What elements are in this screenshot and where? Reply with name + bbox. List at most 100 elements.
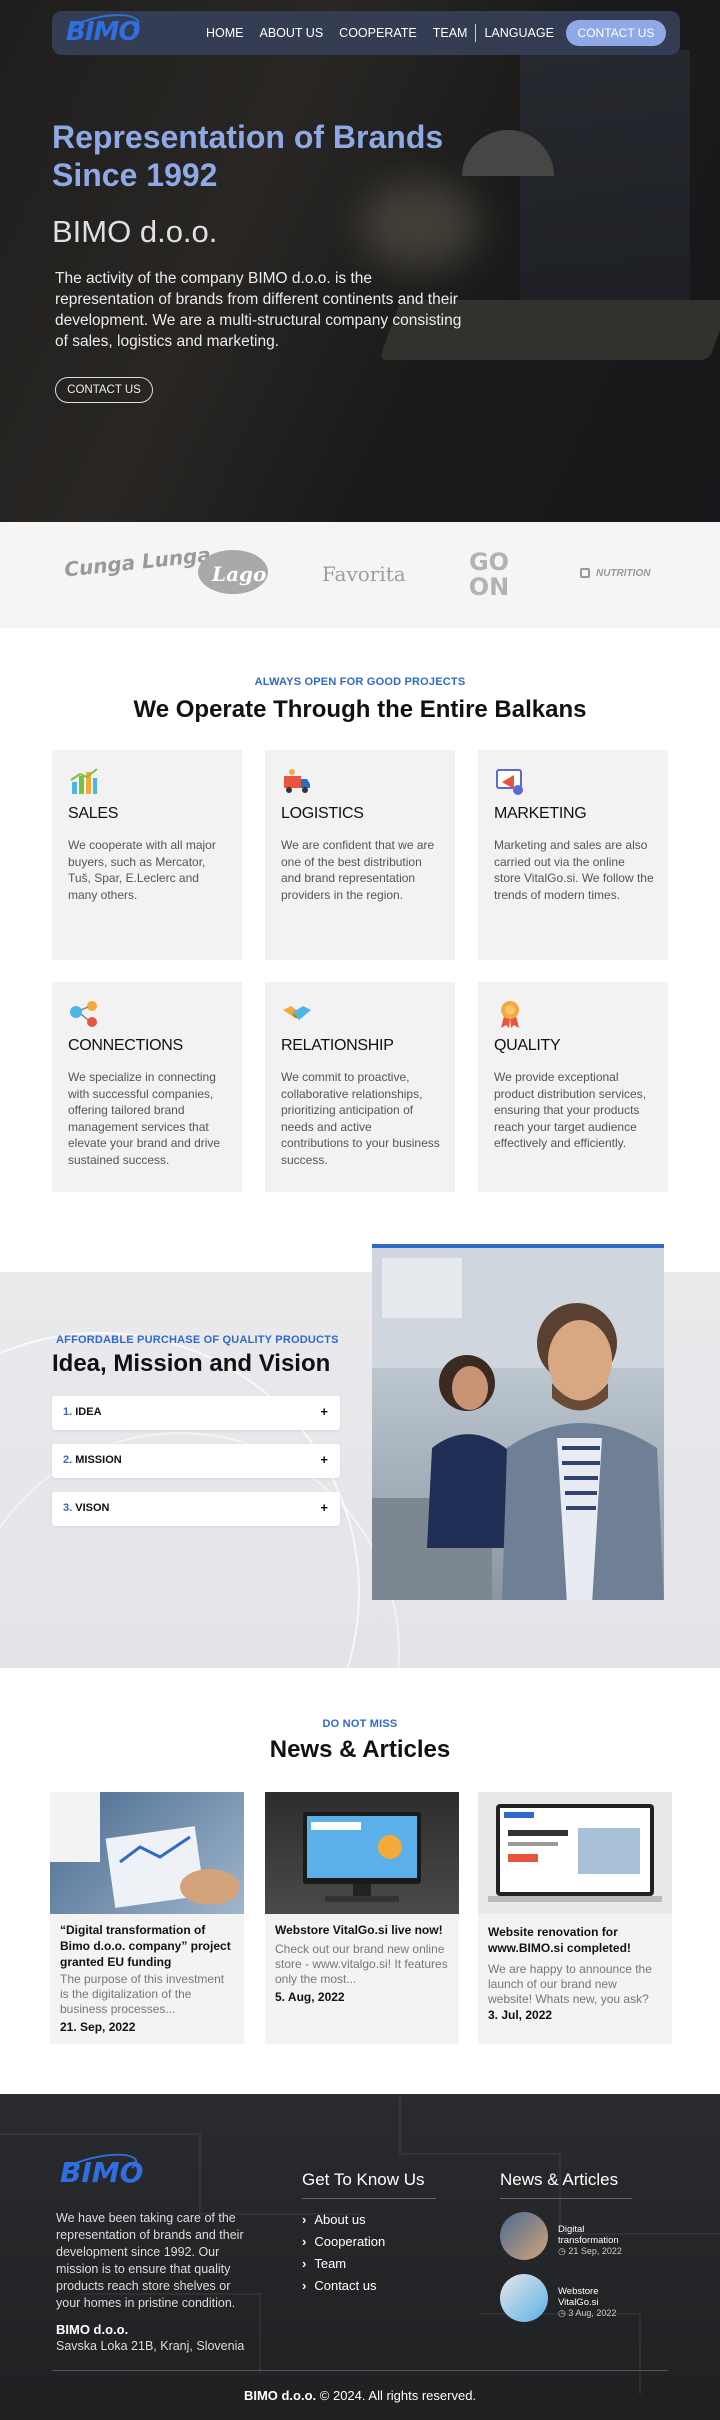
news-card-excerpt: Check out our brand new online store - w… — [275, 1942, 448, 1986]
news-card-date: 3. Jul, 2022 — [488, 2008, 553, 2022]
services-eyebrow: ALWAYS OPEN FOR GOOD PROJECTS — [254, 676, 466, 688]
site-logo[interactable]: BIMO — [66, 17, 140, 47]
news-image — [50, 1792, 244, 1914]
news-card[interactable]: Website renovation for www.BIMO.si compl… — [478, 1792, 672, 2044]
nav-item-language[interactable]: LANGUAGE — [476, 26, 561, 40]
accordion-item-vision[interactable]: 3. VISON + — [52, 1492, 340, 1526]
news-image — [265, 1792, 459, 1914]
accordion-number: 1. — [63, 1406, 73, 1418]
plus-icon[interactable]: + — [320, 1404, 328, 1419]
footer-link-label: Contact us — [314, 2278, 377, 2293]
laptop-illustration — [488, 1804, 662, 1902]
top-navbar: BIMO HOME ABOUT US COOPERATE TEAM LANGUA… — [52, 8, 680, 55]
nav-item-team[interactable]: TEAM — [425, 26, 476, 40]
service-card-text: We commit to proactive, collaborative re… — [281, 1070, 440, 1167]
team-photo — [372, 1244, 664, 1600]
brand-logo-go-on: GO ON — [468, 548, 510, 601]
copyright-brand: BIMO d.o.o. — [243, 2388, 317, 2403]
news-card[interactable]: “Digital transformation of Bimo d.o.o. c… — [50, 1792, 244, 2044]
accordion-label: 3. VISON — [63, 1502, 109, 1514]
brand-logo-cunga-lunga: Cunga Lunga — [63, 542, 212, 582]
footer-news-title-2[interactable]: Webstore VitalGo.si — [558, 2286, 628, 2308]
accordion-text: MISSION — [75, 1454, 122, 1466]
main-menu: HOME ABOUT US COOPERATE TEAM LANGUAGE — [198, 11, 562, 55]
accordion-label: 2. MISSION — [63, 1454, 122, 1466]
nutrition-logo-icon — [580, 568, 590, 578]
service-card-title: RELATIONSHIP — [281, 1037, 394, 1054]
news-section: DO NOT MISS News & Articles “Digital tra… — [0, 1668, 720, 2094]
service-card-title: CONNECTIONS — [68, 1037, 183, 1054]
footer-link-team[interactable]: › Team — [302, 2256, 346, 2271]
service-card-sales: SALES We cooperate with all major buyers… — [52, 750, 242, 960]
accordion-number: 2. — [63, 1454, 73, 1466]
service-card-text: We provide exceptional product distribut… — [494, 1070, 647, 1150]
hero-description: The activity of the company BIMO d.o.o. … — [55, 270, 462, 350]
news-card-date: 21. Sep, 2022 — [60, 2020, 136, 2034]
news-card-excerpt: The purpose of this investment is the di… — [60, 1972, 225, 2016]
office-people-illustration — [372, 1248, 664, 1600]
footer-news-title-1[interactable]: Digital transformation — [558, 2224, 628, 2246]
accordion-item-idea[interactable]: 1. IDEA + — [52, 1396, 340, 1430]
service-card-marketing: MARKETING Marketing and sales are also c… — [478, 750, 668, 960]
network-icon — [70, 1001, 97, 1027]
plus-icon[interactable]: + — [320, 1500, 328, 1515]
hero-title: Representation of Brands Since 1992 — [52, 119, 444, 193]
footer-news-date-text: 21 Sep, 2022 — [568, 2246, 622, 2256]
plus-icon[interactable]: + — [320, 1452, 328, 1467]
footer-link-contact[interactable]: › Contact us — [302, 2278, 377, 2293]
accordion-number: 3. — [63, 1502, 73, 1514]
chevron-right-icon: › — [302, 2256, 307, 2271]
award-icon — [501, 1001, 519, 1028]
service-card-text: Marketing and sales are also carried out… — [494, 838, 654, 902]
mission-eyebrow: AFFORDABLE PURCHASE OF QUALITY PRODUCTS — [56, 1334, 339, 1346]
brand-logo-favorita: Favorita — [322, 562, 406, 586]
news-card-date: 5. Aug, 2022 — [275, 1990, 345, 2004]
accordion-label: 1. IDEA — [63, 1406, 102, 1418]
footer-news-thumbnail[interactable] — [500, 2274, 548, 2322]
nav-item-home[interactable]: HOME — [198, 26, 252, 40]
news-card-title[interactable]: Website renovation for www.BIMO.si compl… — [488, 1924, 664, 1956]
service-card-title: SALES — [68, 805, 119, 822]
brand-logo-nutrition: NUTRITION — [596, 568, 651, 579]
hero-subtitle: BIMO d.o.o. — [52, 214, 218, 249]
accordion-text: IDEA — [75, 1406, 102, 1418]
news-card-excerpt: We are happy to announce the launch of o… — [488, 1962, 652, 2006]
news-title: News & Articles — [269, 1736, 451, 1763]
service-card-text: We are confident that we are one of the … — [281, 838, 435, 902]
footer-address: Savska Loka 21B, Kranj, Slovenia — [56, 2339, 245, 2353]
nav-item-about[interactable]: ABOUT US — [252, 26, 332, 40]
nav-contact-button[interactable]: CONTACT US — [566, 20, 666, 46]
news-card-title[interactable]: “Digital transformation of Bimo d.o.o. c… — [60, 1922, 236, 1970]
news-card[interactable]: Webstore VitalGo.si live now! Check out … — [265, 1792, 459, 2044]
service-card-quality: QUALITY We provide exceptional product d… — [478, 982, 668, 1192]
footer-logo[interactable]: BIMO — [60, 2156, 143, 2189]
hero-contact-button[interactable]: CONTACT US — [55, 377, 153, 403]
service-card-title: QUALITY — [494, 1037, 561, 1054]
documents-illustration — [50, 1792, 240, 1908]
news-eyebrow: DO NOT MISS — [322, 1718, 398, 1730]
clock-icon: ◷ — [558, 2308, 569, 2318]
footer-links-title: Get To Know Us — [302, 2170, 436, 2199]
brand-logo-lago: Lago — [212, 562, 267, 586]
news-card-title[interactable]: Webstore VitalGo.si live now! — [275, 1922, 451, 1938]
megaphone-icon — [496, 769, 523, 795]
footer-about: We have been taking care of the represen… — [56, 2211, 244, 2310]
services-section: ALWAYS OPEN FOR GOOD PROJECTS We Operate… — [0, 628, 720, 1272]
service-card-title: LOGISTICS — [281, 805, 364, 822]
footer-news-thumbnail[interactable] — [500, 2212, 548, 2260]
accordion-item-mission[interactable]: 2. MISSION + — [52, 1444, 340, 1478]
hero-section: BIMO HOME ABOUT US COOPERATE TEAM LANGUA… — [0, 0, 720, 522]
footer-link-label: Team — [314, 2256, 347, 2271]
service-card-text: We cooperate with all major buyers, such… — [68, 838, 216, 902]
service-card-relationship: RELATIONSHIP We commit to proactive, col… — [265, 982, 455, 1192]
nav-item-cooperate[interactable]: COOPERATE — [331, 26, 425, 40]
service-card-text: We specialize in connecting with success… — [68, 1070, 221, 1167]
footer-news-title: News & Articles — [500, 2170, 632, 2199]
clock-icon: ◷ — [558, 2246, 569, 2256]
chevron-right-icon: › — [302, 2212, 307, 2227]
footer-link-about[interactable]: › About us — [302, 2212, 366, 2227]
footer-link-cooperation[interactable]: › Cooperation — [302, 2234, 385, 2249]
footer-news-date-2: ◷ 3 Aug, 2022 — [558, 2308, 616, 2319]
chevron-right-icon: › — [302, 2234, 307, 2249]
brand-logos-strip: Cunga Lunga Lago Favorita GO ON NUTRITIO… — [0, 522, 720, 628]
